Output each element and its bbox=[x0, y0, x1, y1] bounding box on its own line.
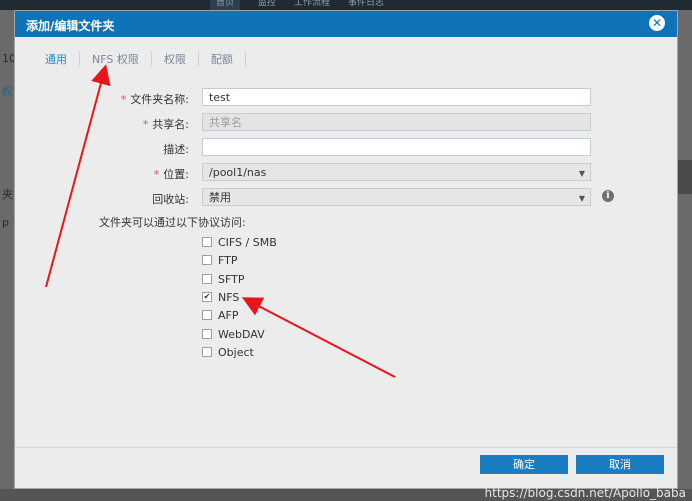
tab-quota[interactable]: 配额 bbox=[199, 51, 246, 67]
recycle-bin-row: 回收站: 禁用 ▼ i bbox=[15, 188, 677, 208]
protocol-label: NFS bbox=[218, 290, 240, 304]
checkbox-icon[interactable] bbox=[202, 237, 212, 247]
edit-folder-dialog: 添加/编辑文件夹 ✕ 通用 NFS 权限 权限 配额 * 文件夹名称: test … bbox=[14, 10, 678, 489]
tab-nfs-permissions[interactable]: NFS 权限 bbox=[80, 51, 152, 67]
checkbox-icon[interactable] bbox=[202, 347, 212, 357]
protocol-label: Object bbox=[218, 345, 254, 359]
recycle-bin-label: 回收站: bbox=[152, 193, 189, 206]
protocol-object[interactable]: Object bbox=[202, 345, 254, 359]
required-marker: * bbox=[142, 118, 149, 131]
protocols-label: 文件夹可以通过以下协议访问: bbox=[99, 216, 246, 229]
background-nav-item: 事件日志 bbox=[348, 0, 385, 8]
description-label: 描述: bbox=[163, 143, 189, 156]
location-label: * 位置: bbox=[154, 166, 189, 182]
checkbox-icon[interactable] bbox=[202, 255, 212, 265]
cancel-button[interactable]: 取消 bbox=[576, 455, 664, 474]
checkbox-icon[interactable] bbox=[202, 329, 212, 339]
recycle-bin-select[interactable]: 禁用 ▼ bbox=[202, 188, 591, 206]
background-nav: 首页 监控 工作流程 事件日志 bbox=[210, 0, 384, 10]
close-icon[interactable]: ✕ bbox=[649, 15, 665, 31]
protocol-label: SFTP bbox=[218, 272, 245, 286]
protocol-cifs-smb[interactable]: CIFS / SMB bbox=[202, 235, 277, 249]
checkbox-icon[interactable] bbox=[202, 310, 212, 320]
folder-name-label-text: 文件夹名称: bbox=[130, 93, 189, 106]
background-nav-item: 工作流程 bbox=[294, 0, 331, 8]
ok-button[interactable]: 确定 bbox=[480, 455, 568, 474]
share-name-input[interactable]: 共享名 bbox=[202, 113, 591, 131]
folder-name-input[interactable]: test bbox=[202, 88, 591, 106]
protocol-label: AFP bbox=[218, 308, 239, 322]
protocol-label: WebDAV bbox=[218, 327, 265, 341]
location-select[interactable]: /pool1/nas ▼ bbox=[202, 163, 591, 181]
dialog-footer: 确定 取消 bbox=[15, 447, 677, 488]
dialog-title: 添加/编辑文件夹 bbox=[26, 19, 115, 33]
protocol-ftp[interactable]: FTP bbox=[202, 253, 238, 267]
checkbox-icon[interactable] bbox=[202, 274, 212, 284]
protocol-webdav[interactable]: WebDAV bbox=[202, 327, 265, 341]
dialog-header: 添加/编辑文件夹 ✕ bbox=[15, 11, 677, 37]
protocol-sftp[interactable]: SFTP bbox=[202, 272, 244, 286]
share-name-label: * 共享名: bbox=[143, 116, 189, 132]
protocol-afp[interactable]: AFP bbox=[202, 308, 239, 322]
info-icon[interactable]: i bbox=[602, 190, 614, 202]
recycle-bin-value: 禁用 bbox=[209, 191, 231, 204]
background-fragment: p bbox=[2, 216, 9, 229]
chevron-down-icon: ▼ bbox=[578, 169, 585, 178]
location-value: /pool1/nas bbox=[209, 166, 267, 179]
checkbox-checked-icon[interactable]: ✔ bbox=[202, 292, 212, 302]
background-nav-item: 首页 bbox=[210, 0, 241, 10]
share-name-label-text: 共享名: bbox=[152, 118, 189, 131]
protocol-nfs[interactable]: ✔ NFS bbox=[202, 290, 239, 304]
background-fragment: 夹 bbox=[2, 188, 13, 201]
description-row: 描述: bbox=[15, 138, 677, 158]
watermark: https://blog.csdn.net/Apollo_baba bbox=[484, 486, 686, 500]
location-label-text: 位置: bbox=[163, 168, 189, 181]
tab-permissions[interactable]: 权限 bbox=[152, 51, 199, 67]
protocol-label: CIFS / SMB bbox=[218, 235, 277, 249]
folder-name-row: * 文件夹名称: test bbox=[15, 88, 677, 108]
background-fragment: 权 bbox=[2, 85, 13, 98]
required-marker: * bbox=[153, 168, 160, 181]
tab-general[interactable]: 通用 bbox=[37, 51, 80, 67]
chevron-down-icon: ▼ bbox=[578, 194, 585, 203]
protocol-label: FTP bbox=[218, 253, 238, 267]
location-row: * 位置: /pool1/nas ▼ bbox=[15, 163, 677, 183]
dialog-tabs: 通用 NFS 权限 权限 配额 bbox=[37, 51, 246, 67]
description-input[interactable] bbox=[202, 138, 591, 156]
required-marker: * bbox=[120, 93, 127, 106]
background-nav-item: 监控 bbox=[258, 0, 277, 8]
background-topbar: 首页 监控 工作流程 事件日志 bbox=[0, 0, 692, 10]
share-name-row: * 共享名: 共享名 bbox=[15, 113, 677, 133]
folder-name-label: * 文件夹名称: bbox=[121, 91, 189, 107]
